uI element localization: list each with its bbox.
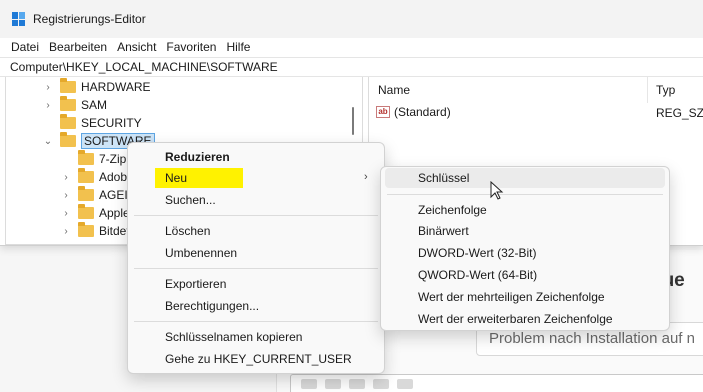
toolbar-icon[interactable] <box>397 379 413 389</box>
chevron-down-icon[interactable]: ⌄ <box>42 136 54 147</box>
string-value-icon: ab <box>376 106 390 118</box>
toolbar-icon[interactable] <box>349 379 365 389</box>
menu-item-neu[interactable]: Neu <box>155 168 243 188</box>
tree-item-label: Bitdef <box>99 224 130 238</box>
submenu-item-qword[interactable]: QWORD-Wert (64-Bit) <box>385 265 665 285</box>
toolbar-icon[interactable] <box>301 379 317 389</box>
folder-icon <box>78 168 94 183</box>
menu-separator <box>387 194 663 195</box>
submenu-neu: Schlüssel Zeichenfolge Binärwert DWORD-W… <box>380 166 670 331</box>
chevron-right-icon[interactable]: › <box>42 100 54 111</box>
tree-item-label: SAM <box>81 98 108 112</box>
menu-separator <box>134 268 378 269</box>
folder-icon <box>78 222 94 237</box>
tree-item-security[interactable]: SECURITY <box>42 114 142 132</box>
toolbar-icon[interactable] <box>373 379 389 389</box>
mouse-cursor-icon <box>490 181 504 200</box>
folder-icon <box>60 114 76 129</box>
folder-icon <box>60 78 76 93</box>
folder-icon <box>78 186 94 201</box>
tree-item-label: HARDWARE <box>81 80 151 94</box>
column-header-type[interactable]: Typ <box>648 77 703 103</box>
value-name: (Standard) <box>394 105 451 119</box>
menu-item-berechtigungen[interactable]: Berechtigungen... <box>132 296 380 316</box>
submenu-item-schluessel[interactable]: Schlüssel <box>385 168 665 188</box>
menu-favoriten[interactable]: Favoriten <box>161 40 221 54</box>
tree-item-adobe[interactable]: › Adobe <box>60 168 134 186</box>
menu-item-umbenennen[interactable]: Umbenennen <box>132 243 380 263</box>
title-bar[interactable]: Registrierungs-Editor <box>0 0 703 38</box>
menu-ansicht[interactable]: Ansicht <box>112 40 161 54</box>
folder-icon <box>60 96 76 111</box>
folder-icon <box>78 204 94 219</box>
menu-item-gehe-zu-hkcu[interactable]: Gehe zu HKEY_CURRENT_USER <box>132 349 380 369</box>
tree-item-bitdef[interactable]: › Bitdef <box>60 222 130 240</box>
address-bar[interactable]: Computer\HKEY_LOCAL_MACHINE\SOFTWARE <box>0 57 703 77</box>
submenu-item-mehrteilige-zeichenfolge[interactable]: Wert der mehrteiligen Zeichenfolge <box>385 287 665 307</box>
menu-item-suchen[interactable]: Suchen... <box>132 190 380 210</box>
value-row[interactable]: ab (Standard) <box>376 105 451 119</box>
chevron-right-icon[interactable]: › <box>60 226 72 237</box>
tree-item-sam[interactable]: › SAM <box>42 96 107 114</box>
chevron-right-icon[interactable]: › <box>60 172 72 183</box>
menu-bar: Datei Bearbeiten Ansicht Favoriten Hilfe <box>0 38 703 56</box>
column-header-name[interactable]: Name <box>370 77 648 103</box>
registry-app-icon <box>12 12 26 26</box>
submenu-item-zeichenfolge[interactable]: Zeichenfolge <box>385 200 665 220</box>
value-type: REG_SZ <box>656 106 703 120</box>
submenu-item-dword[interactable]: DWORD-Wert (32-Bit) <box>385 243 665 263</box>
context-menu: Reduzieren Neu › Suchen... Löschen Umben… <box>127 142 385 374</box>
background-toolbar <box>290 374 703 392</box>
tree-item-ageia[interactable]: › AGEIA <box>60 186 136 204</box>
menu-hilfe[interactable]: Hilfe <box>221 40 255 54</box>
folder-icon <box>60 132 76 147</box>
menu-item-schluesselnamen-kopieren[interactable]: Schlüsselnamen kopieren <box>132 327 380 347</box>
tree-item-label: 7-Zip <box>99 152 127 166</box>
tree-item-hardware[interactable]: › HARDWARE <box>42 78 151 96</box>
chevron-right-icon[interactable]: › <box>60 190 72 201</box>
submenu-item-binaerwert[interactable]: Binärwert <box>385 221 665 241</box>
menu-item-exportieren[interactable]: Exportieren <box>132 274 380 294</box>
submenu-item-erweiterbare-zeichenfolge[interactable]: Wert der erweiterbaren Zeichenfolge <box>385 309 665 329</box>
chevron-right-icon: › <box>364 171 368 183</box>
tree-item-label: Apple <box>99 206 130 220</box>
toolbar-icon[interactable] <box>325 379 341 389</box>
menu-separator <box>134 215 378 216</box>
menu-item-loeschen[interactable]: Löschen <box>132 221 380 241</box>
tree-item-apple[interactable]: › Apple <box>60 204 130 222</box>
chevron-right-icon[interactable]: › <box>60 208 72 219</box>
menu-bearbeiten[interactable]: Bearbeiten <box>44 40 112 54</box>
chevron-right-icon[interactable]: › <box>42 82 54 93</box>
menu-separator <box>134 321 378 322</box>
folder-icon <box>78 150 94 165</box>
tree-scrollbar[interactable] <box>352 107 354 135</box>
tree-item-7zip[interactable]: 7-Zip <box>60 150 126 168</box>
window-title: Registrierungs-Editor <box>33 12 146 26</box>
menu-datei[interactable]: Datei <box>6 40 44 54</box>
menu-item-reduzieren[interactable]: Reduzieren <box>132 147 380 167</box>
tree-item-label: SECURITY <box>81 116 142 130</box>
